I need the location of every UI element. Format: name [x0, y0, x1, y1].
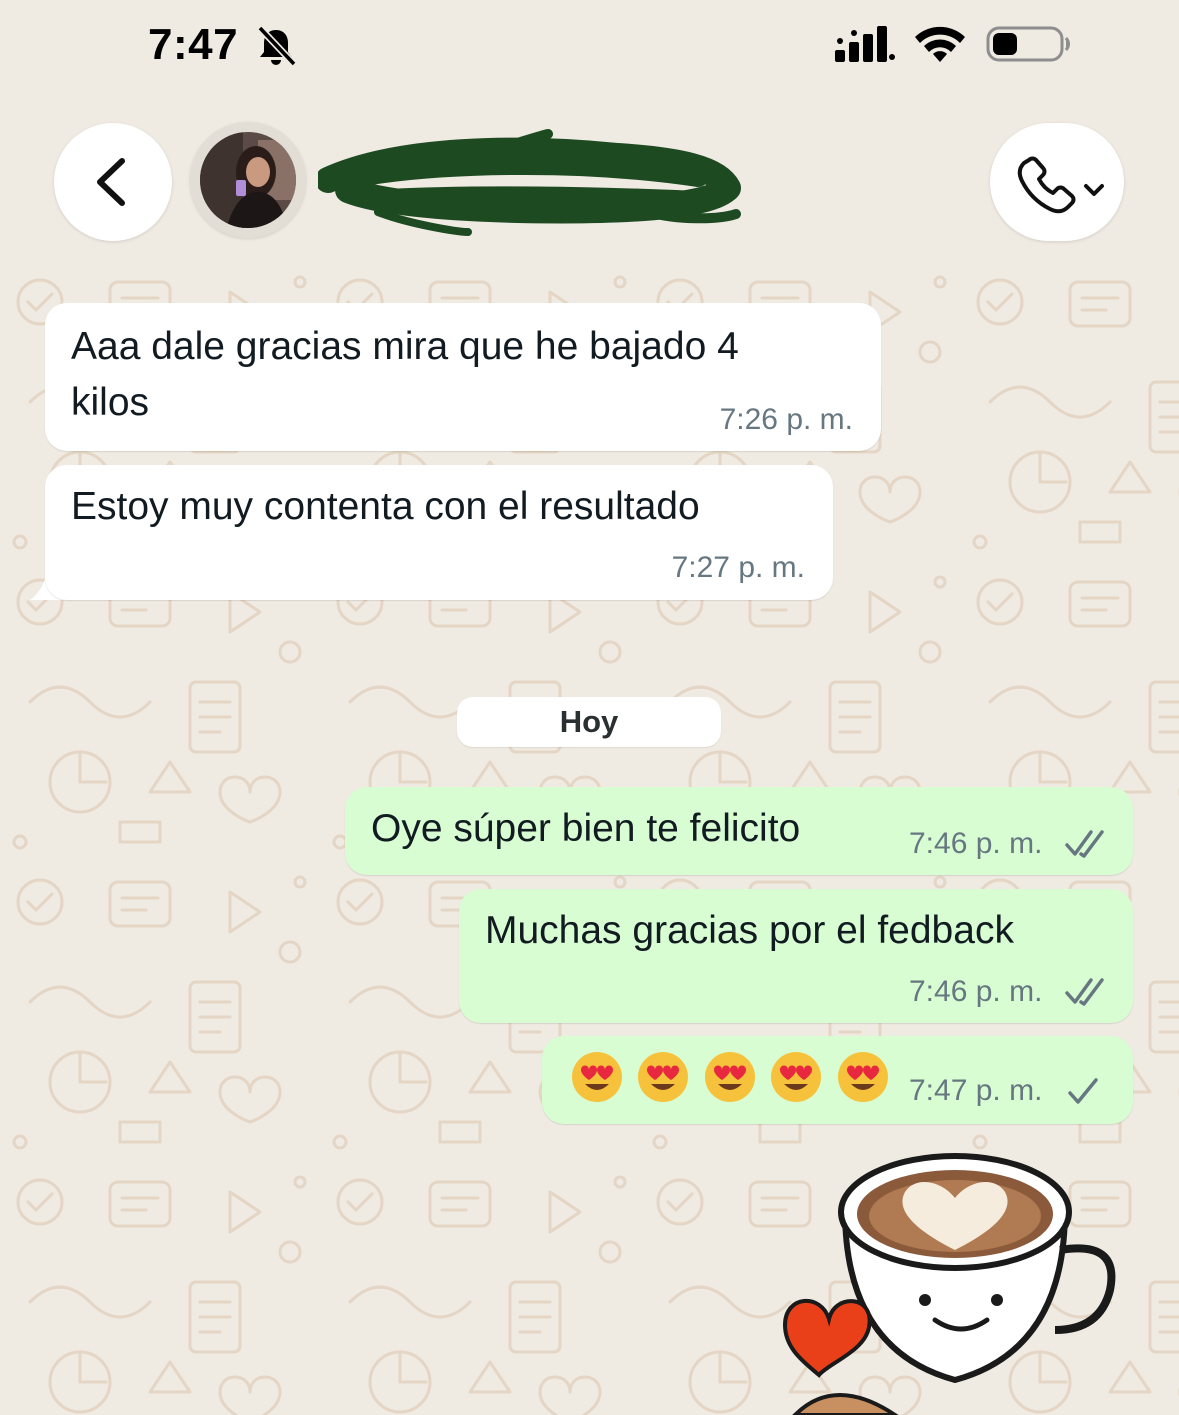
message-text: kilos [71, 381, 150, 424]
message-text: Estoy muy contenta con el resultado [71, 485, 700, 528]
message-bubble-incoming[interactable]: Aaa dale gracias mira que he bajado 4 ki… [45, 303, 881, 451]
message-text: Aaa dale gracias mira que he bajado 4 [71, 325, 739, 368]
message-text: Oye súper bien te felicito [371, 807, 801, 850]
heart-eyes-emoji-icon [572, 1052, 622, 1102]
chevron-down-icon [1084, 184, 1104, 196]
chevron-left-icon [97, 158, 125, 206]
status-bar: 7:47 [0, 0, 1179, 90]
double-check-icon [1065, 978, 1104, 1006]
emoji-message [570, 1050, 898, 1106]
day-separator: Hoy [457, 697, 721, 747]
avatar-photo [200, 132, 296, 228]
heart-eyes-emoji-icon [771, 1052, 822, 1102]
message-time: 7:27 p. m. [671, 551, 805, 584]
contact-name[interactable] [318, 128, 748, 238]
battery-icon [986, 26, 1070, 62]
redaction-scribble [318, 129, 741, 236]
message-time: 7:46 p. m. [909, 827, 1043, 860]
single-check-icon [1068, 1078, 1098, 1104]
heart-eyes-emoji-icon [638, 1052, 689, 1102]
heart-eyes-emoji-icon [837, 1052, 888, 1102]
voice-call-button[interactable] [990, 123, 1124, 241]
heart-icon [782, 1299, 872, 1378]
heart-eyes-emoji-icon [704, 1052, 755, 1102]
message-bubble-outgoing[interactable]: Oye súper bien te felicito 7:46 p. m. [345, 787, 1133, 875]
message-bubble-outgoing[interactable]: Muchas gracias por el fedback 7:46 p. m. [459, 889, 1133, 1023]
message-time: 7:26 p. m. [719, 403, 853, 436]
message-text: Muchas gracias por el fedback [485, 909, 1014, 952]
message-time: 7:47 p. m. [909, 1074, 1043, 1107]
chat-header [0, 110, 1179, 262]
coffee-cup-icon [838, 1153, 1116, 1383]
contact-avatar[interactable] [190, 122, 306, 238]
coffee-cup-sticker[interactable] [775, 1150, 1145, 1415]
double-check-icon [1065, 830, 1104, 858]
message-bubble-incoming[interactable]: Estoy muy contenta con el resultado 7:27… [45, 465, 833, 600]
wifi-icon [915, 26, 965, 62]
back-button[interactable] [54, 123, 172, 241]
bell-slash-icon [257, 25, 297, 67]
cellular-signal-icon [835, 26, 895, 62]
message-time: 7:46 p. m. [909, 975, 1043, 1008]
cookie-icon [792, 1393, 899, 1415]
status-time: 7:47 [148, 20, 239, 69]
